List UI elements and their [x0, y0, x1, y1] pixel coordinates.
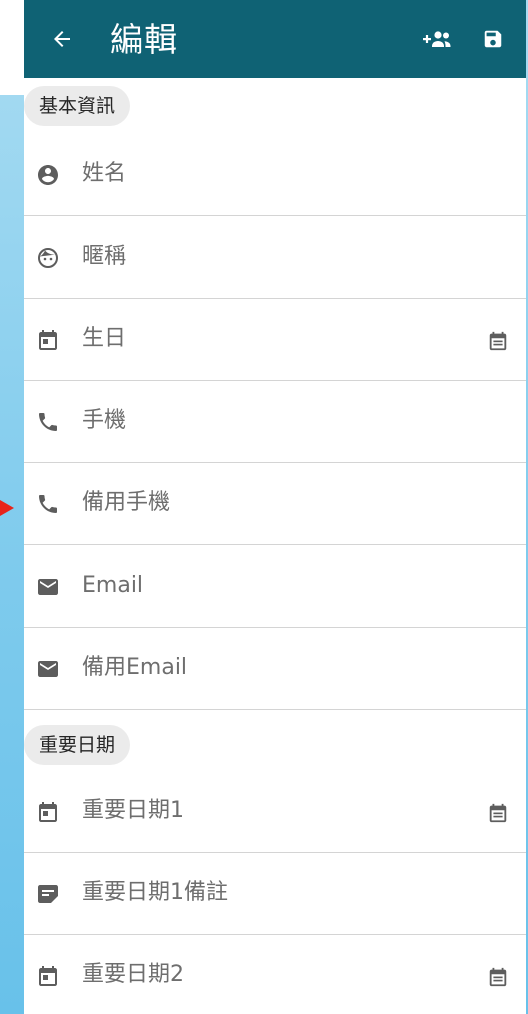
mail-icon — [38, 661, 58, 677]
event-icon — [39, 966, 57, 986]
name-label: 姓名 — [82, 161, 127, 186]
section-basic-info: 基本資訊 — [24, 86, 131, 126]
birthday-field[interactable]: 生日 — [24, 299, 526, 381]
alt-mobile-label: 備用手機 — [82, 490, 171, 515]
alt-email-field[interactable]: 備用Email — [24, 628, 526, 710]
edit-contact-screen: 編輯 基本資訊 姓名 暱稱 生日 手機 備用手機 Email 備用Email 重… — [24, 0, 526, 1014]
important-date-1-field[interactable]: 重要日期1 — [24, 771, 526, 853]
app-bar: 編輯 — [24, 0, 526, 78]
arrow-back-icon[interactable] — [50, 27, 74, 51]
save-icon[interactable] — [482, 28, 504, 50]
note-icon — [38, 885, 58, 903]
email-field[interactable]: Email — [24, 546, 526, 628]
mail-icon — [38, 579, 58, 595]
name-field[interactable]: 姓名 — [24, 134, 526, 216]
important-date-2-label: 重要日期2 — [82, 962, 184, 987]
mobile-label: 手機 — [82, 408, 127, 433]
alt-email-label: 備用Email — [82, 655, 188, 680]
event-icon — [39, 330, 57, 350]
nickname-field[interactable]: 暱稱 — [24, 217, 526, 299]
background-white-strip — [0, 0, 24, 95]
calendar-picker-icon[interactable] — [487, 802, 509, 824]
calendar-picker-icon[interactable] — [487, 330, 509, 352]
face-icon — [38, 248, 58, 268]
important-date-1-note-field[interactable]: 重要日期1備註 — [24, 853, 526, 935]
important-date-2-field[interactable]: 重要日期2 — [24, 935, 526, 1014]
alt-mobile-field[interactable]: 備用手機 — [24, 463, 526, 545]
nickname-label: 暱稱 — [82, 244, 127, 269]
page-title: 編輯 — [110, 20, 178, 59]
phone-icon — [39, 413, 57, 431]
pointer-arrow-icon — [0, 500, 14, 516]
event-icon — [39, 802, 57, 822]
section-important-dates: 重要日期 — [24, 725, 131, 765]
phone-icon — [39, 495, 57, 513]
email-label: Email — [82, 573, 144, 598]
birthday-label: 生日 — [82, 326, 127, 351]
calendar-picker-icon[interactable] — [487, 966, 509, 988]
account-circle-icon — [38, 165, 58, 185]
important-date-1-note-label: 重要日期1備註 — [82, 880, 228, 905]
group-add-icon[interactable] — [422, 28, 452, 50]
mobile-field[interactable]: 手機 — [24, 381, 526, 463]
important-date-1-label: 重要日期1 — [82, 798, 184, 823]
